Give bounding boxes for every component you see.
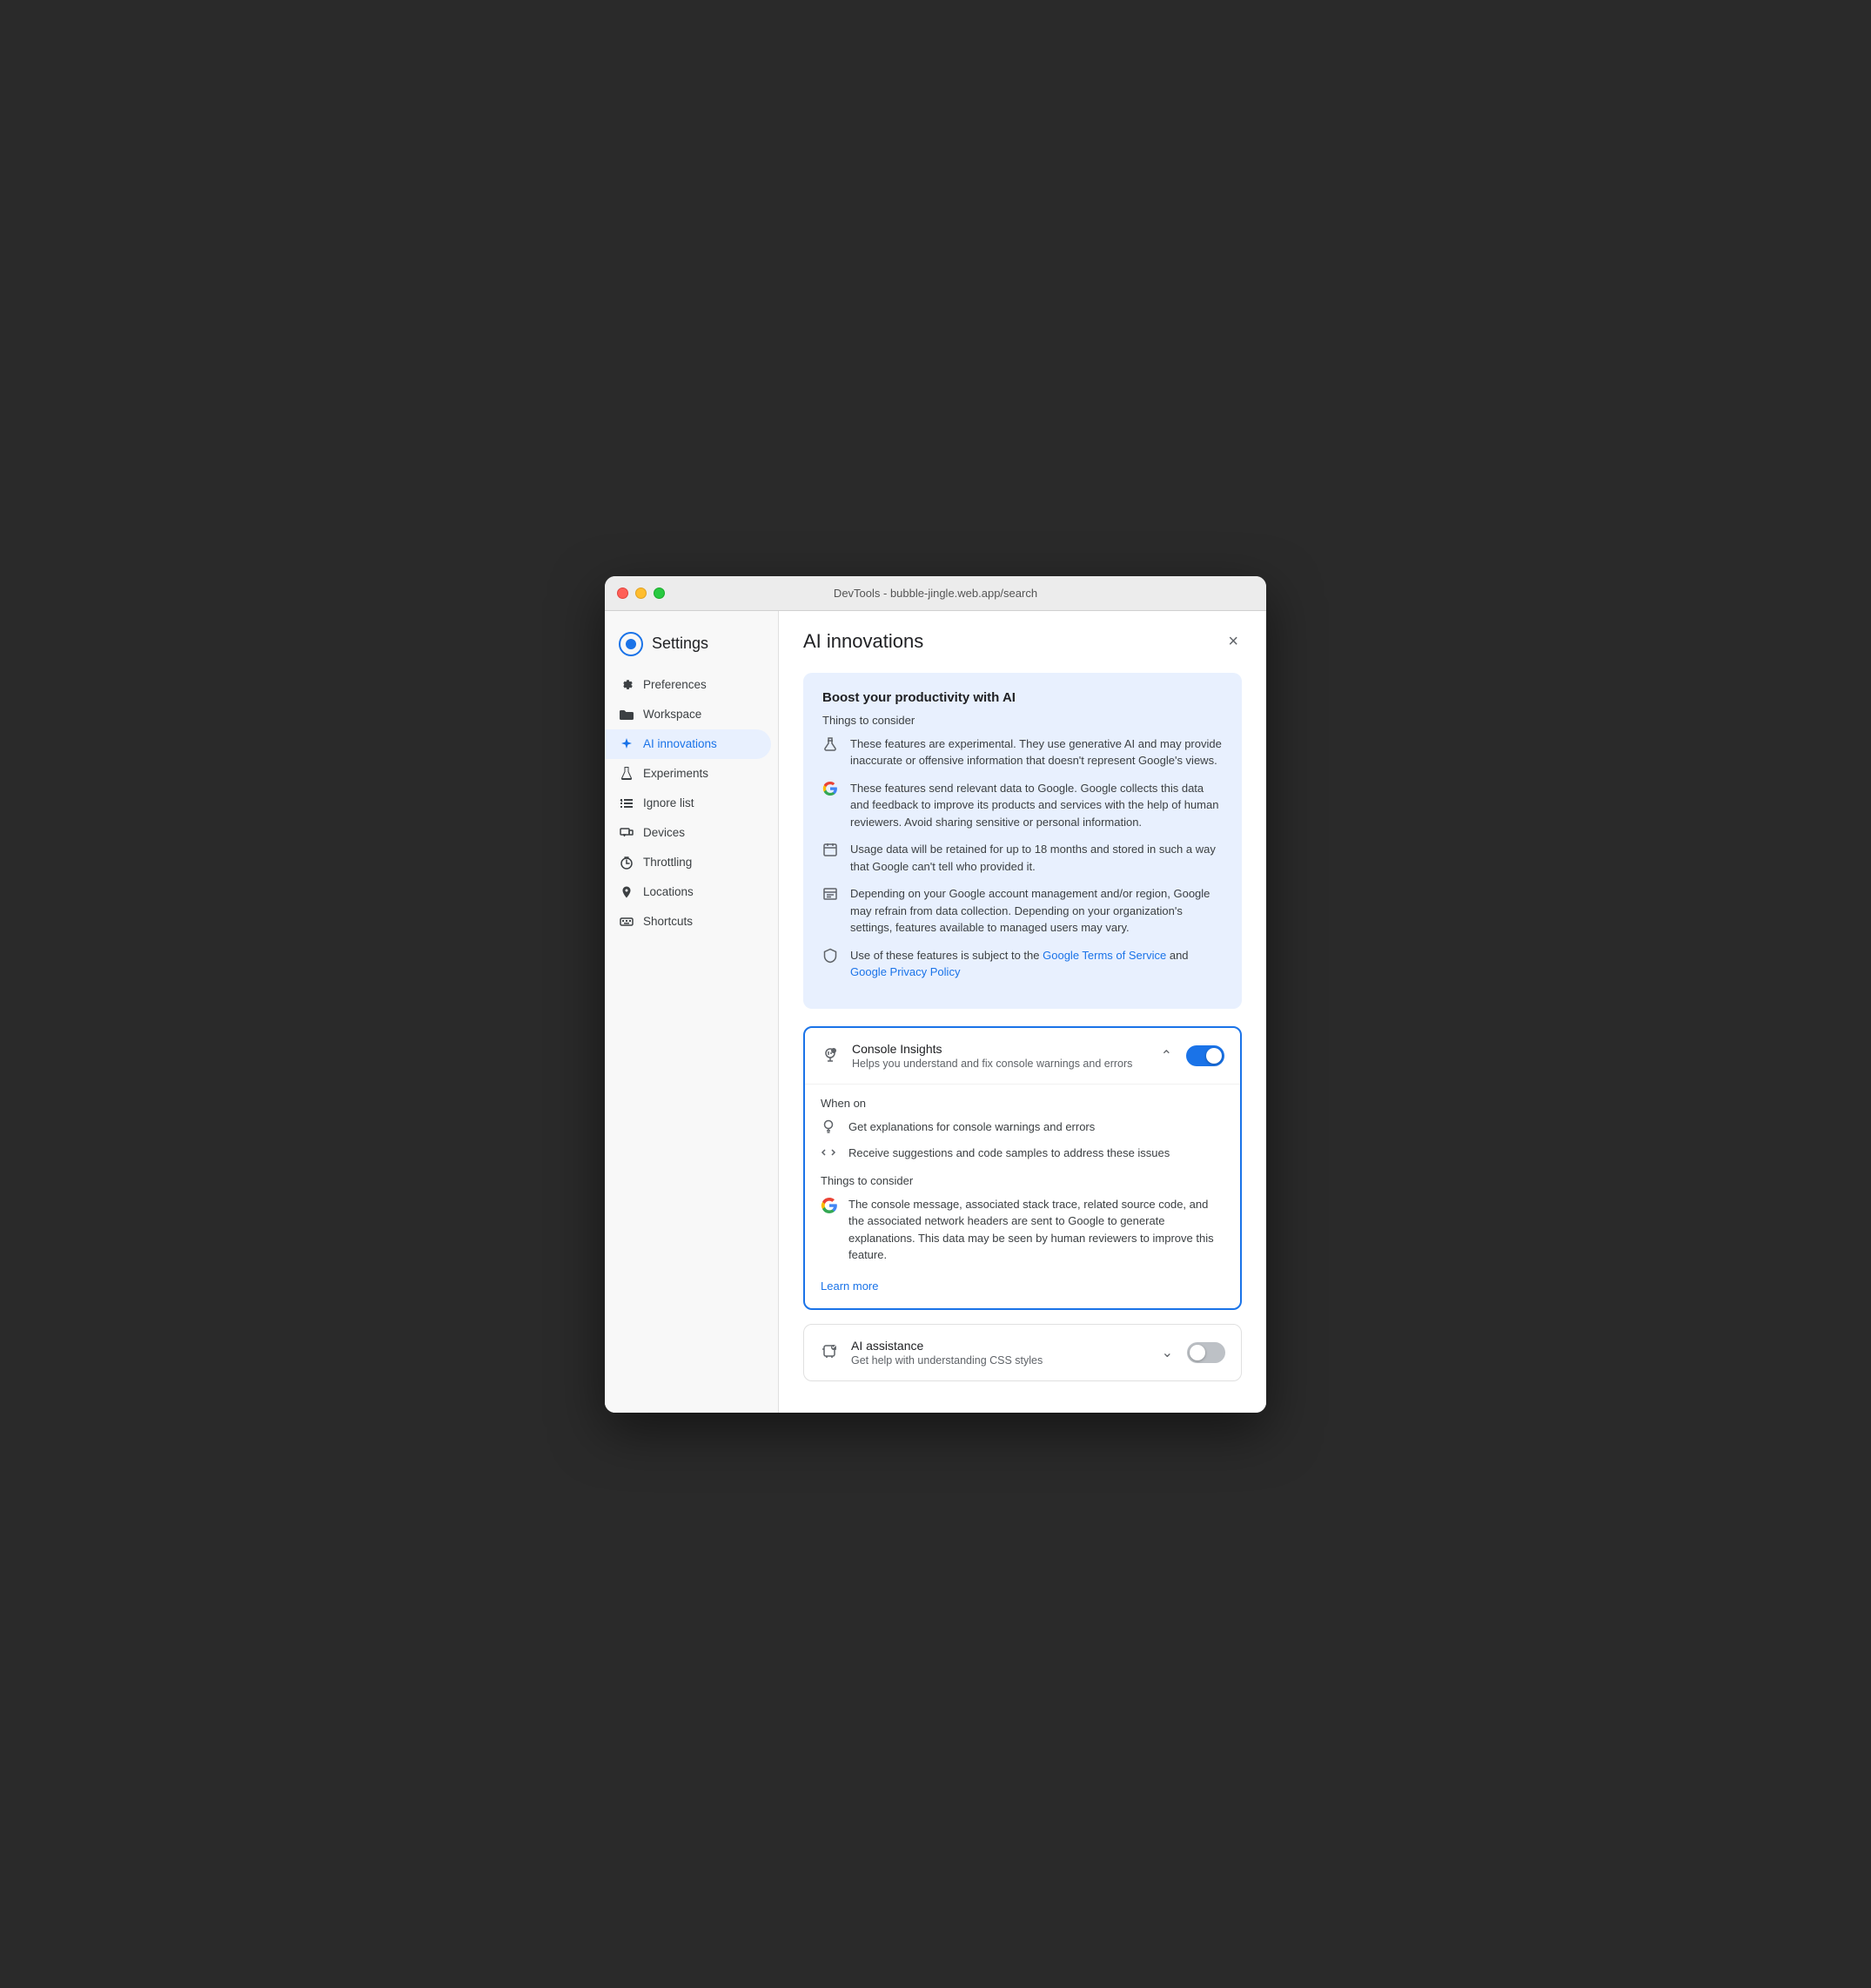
info-card: Boost your productivity with AI Things t… (803, 673, 1242, 1009)
info-item-3: Usage data will be retained for up to 18… (822, 841, 1223, 875)
ai-assistance-name: AI assistance (851, 1339, 1148, 1353)
traffic-lights (617, 588, 665, 599)
ai-assistance-desc: Get help with understanding CSS styles (851, 1354, 1148, 1367)
ai-assistance-controls: ⌄ (1158, 1340, 1225, 1365)
console-insights-header: + Console Insights Helps you understand … (805, 1028, 1240, 1084)
console-insights-text: Console Insights Helps you understand an… (852, 1042, 1147, 1070)
titlebar: DevTools - bubble-jingle.web.app/search (605, 576, 1266, 611)
sidebar-label-devices: Devices (643, 826, 685, 839)
ai-assistance-header: AI assistance Get help with understandin… (804, 1325, 1241, 1380)
sidebar-item-shortcuts[interactable]: Shortcuts (605, 907, 771, 937)
calendar-icon (822, 842, 840, 859)
sidebar-item-preferences[interactable]: Preferences (605, 670, 771, 700)
folder-icon (619, 707, 634, 722)
main-header: AI innovations × (803, 628, 1242, 655)
things-section-label: Things to consider (821, 1174, 1224, 1187)
ai-assistance-card: AI assistance Get help with understandin… (803, 1324, 1242, 1381)
collapse-button[interactable]: ⌃ (1157, 1044, 1176, 1068)
info-item-5: Use of these features is subject to the … (822, 947, 1223, 981)
list-icon (619, 796, 634, 811)
sidebar-item-locations[interactable]: Locations (605, 877, 771, 907)
info-item-4: Depending on your Google account managem… (822, 885, 1223, 937)
terms-link[interactable]: Google Terms of Service (1043, 949, 1166, 962)
sidebar-label-ai-innovations: AI innovations (643, 737, 717, 750)
when-on-item-2: Receive suggestions and code samples to … (821, 1145, 1224, 1162)
close-traffic-light[interactable] (617, 588, 628, 599)
main-content: AI innovations × Boost your productivity… (779, 611, 1266, 1413)
when-on-text-1: Get explanations for console warnings an… (848, 1120, 1095, 1133)
account-icon (822, 886, 840, 903)
page-title: AI innovations (803, 630, 923, 653)
console-insights-card: + Console Insights Helps you understand … (803, 1026, 1242, 1310)
when-on-text-2: Receive suggestions and code samples to … (848, 1146, 1170, 1159)
google-thing-text: The console message, associated stack tr… (848, 1196, 1224, 1264)
when-on-label: When on (821, 1097, 1224, 1110)
sidebar-label-locations: Locations (643, 885, 694, 898)
info-text-3: Usage data will be retained for up to 18… (850, 841, 1223, 875)
sidebar-header: Settings (605, 625, 778, 670)
sidebar-label-workspace: Workspace (643, 708, 701, 721)
devices-icon (619, 825, 634, 841)
console-insights-expanded: When on Get explanations for console war… (805, 1084, 1240, 1308)
info-card-title: Boost your productivity with AI (822, 690, 1223, 705)
flask-icon (619, 766, 634, 782)
learn-more-link[interactable]: Learn more (821, 1279, 878, 1293)
sidebar-item-throttling[interactable]: Throttling (605, 848, 771, 877)
sidebar-label-experiments: Experiments (643, 767, 708, 780)
maximize-traffic-light[interactable] (654, 588, 665, 599)
ai-assistance-icon (820, 1342, 841, 1363)
ai-assistance-text: AI assistance Get help with understandin… (851, 1339, 1148, 1367)
sparkle-icon (619, 736, 634, 752)
console-insights-icon: + (821, 1045, 842, 1066)
shield-icon (822, 948, 840, 965)
sidebar-title: Settings (652, 635, 708, 653)
console-insights-name: Console Insights (852, 1042, 1147, 1056)
minimize-traffic-light[interactable] (635, 588, 647, 599)
sidebar-item-workspace[interactable]: Workspace (605, 700, 771, 729)
google-thing-item: The console message, associated stack tr… (821, 1196, 1224, 1264)
console-insights-controls: ⌃ (1157, 1044, 1224, 1068)
sidebar-label-throttling: Throttling (643, 856, 692, 869)
privacy-link[interactable]: Google Privacy Policy (850, 965, 960, 978)
experimental-icon (822, 736, 840, 754)
google-icon-1 (822, 781, 840, 798)
info-item-1: These features are experimental. They us… (822, 735, 1223, 769)
console-insights-desc: Helps you understand and fix console war… (852, 1058, 1147, 1070)
sidebar-item-devices[interactable]: Devices (605, 818, 771, 848)
code-icon (821, 1145, 838, 1162)
keyboard-icon (619, 914, 634, 930)
info-item-2: These features send relevant data to Goo… (822, 780, 1223, 831)
things-to-consider-label: Things to consider (822, 714, 1223, 727)
info-text-4: Depending on your Google account managem… (850, 885, 1223, 937)
sidebar-item-experiments[interactable]: Experiments (605, 759, 771, 789)
sidebar-item-ai-innovations[interactable]: AI innovations (605, 729, 771, 759)
sidebar: Settings Preferences (605, 611, 779, 1413)
pin-icon (619, 884, 634, 900)
sidebar-label-preferences: Preferences (643, 678, 707, 691)
info-text-5: Use of these features is subject to the … (850, 947, 1223, 981)
console-insights-toggle[interactable] (1186, 1045, 1224, 1066)
expand-button[interactable]: ⌄ (1158, 1340, 1177, 1365)
sidebar-label-shortcuts: Shortcuts (643, 915, 693, 928)
gear-icon (619, 677, 634, 693)
info-text-2: These features send relevant data to Goo… (850, 780, 1223, 831)
sidebar-item-ignore-list[interactable]: Ignore list (605, 789, 771, 818)
when-on-item-1: Get explanations for console warnings an… (821, 1118, 1224, 1136)
devtools-window: DevTools - bubble-jingle.web.app/search … (605, 576, 1266, 1413)
info-text-1: These features are experimental. They us… (850, 735, 1223, 769)
window-title: DevTools - bubble-jingle.web.app/search (834, 587, 1037, 600)
sidebar-label-ignore-list: Ignore list (643, 796, 694, 809)
google-icon-2 (821, 1197, 838, 1219)
devtools-logo-icon (619, 632, 643, 656)
close-button[interactable]: × (1224, 628, 1242, 655)
lightbulb-icon (821, 1118, 838, 1136)
ai-assistance-toggle[interactable] (1187, 1342, 1225, 1363)
window-content: Settings Preferences (605, 611, 1266, 1413)
timer-icon (619, 855, 634, 870)
